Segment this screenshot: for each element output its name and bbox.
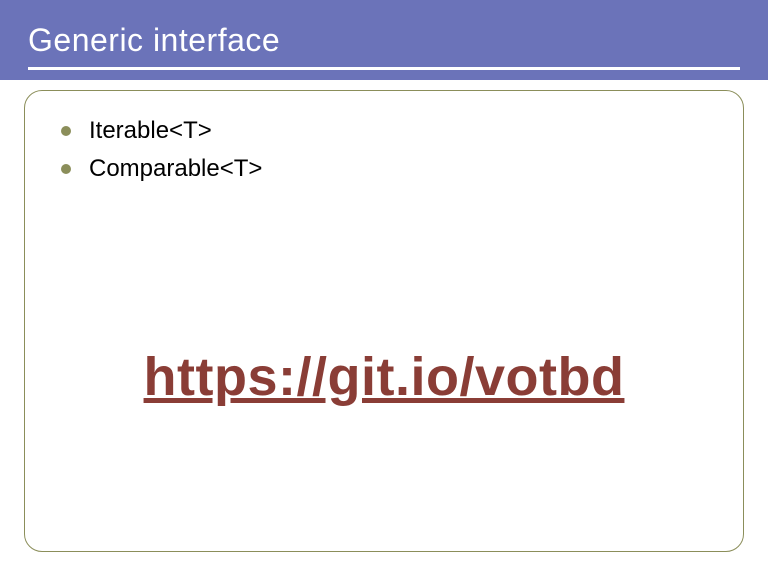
- link-container: https://git.io/votbd: [61, 193, 707, 521]
- content-card: Iterable<T> Comparable<T> https://git.io…: [24, 90, 744, 552]
- title-header: Generic interface: [0, 0, 768, 80]
- bullet-list: Iterable<T> Comparable<T>: [61, 117, 707, 193]
- main-link[interactable]: https://git.io/votbd: [144, 346, 625, 408]
- list-item-label: Comparable<T>: [89, 155, 262, 183]
- list-item: Iterable<T>: [61, 117, 707, 145]
- list-item-label: Iterable<T>: [89, 117, 212, 145]
- slide-title: Generic interface: [28, 22, 280, 59]
- bullet-icon: [61, 126, 71, 136]
- list-item: Comparable<T>: [61, 155, 707, 183]
- bullet-icon: [61, 164, 71, 174]
- header-underline: [28, 67, 740, 70]
